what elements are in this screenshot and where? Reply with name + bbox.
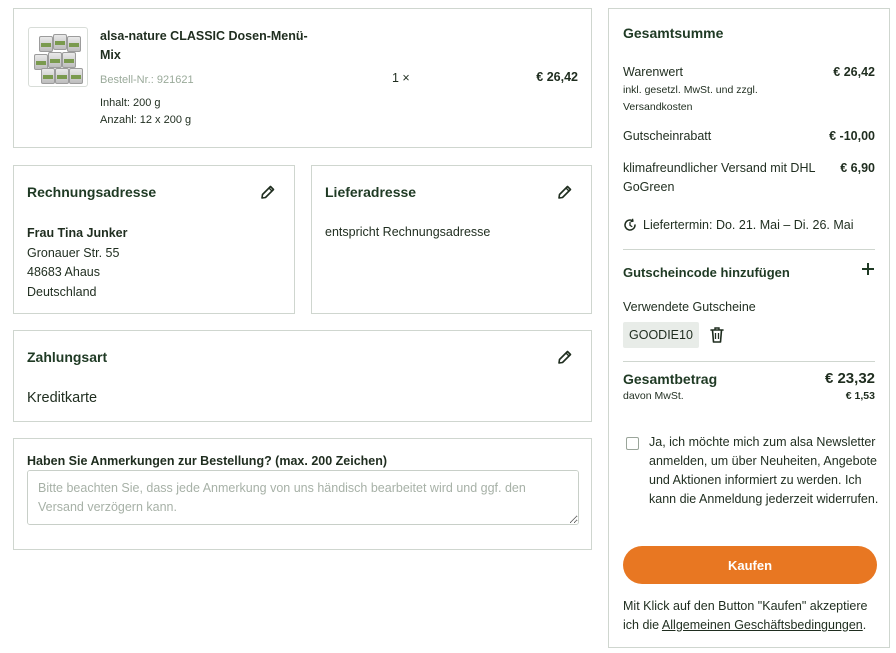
cart-item-card: alsa-nature CLASSIC Dosen-Menü-Mix Beste… (13, 8, 592, 148)
shipping-address-card: Lieferadresse entspricht Rechnungsadress… (311, 165, 592, 314)
legal-suffix: . (862, 618, 867, 632)
product-name[interactable]: alsa-nature CLASSIC Dosen-Menü-Mix (100, 27, 320, 65)
pencil-icon[interactable] (557, 184, 573, 200)
summary-title: Gesamtsumme (623, 25, 724, 41)
product-content: Inhalt: 200 g (100, 97, 161, 109)
buy-button[interactable]: Kaufen (623, 546, 877, 584)
can-shape (41, 68, 55, 84)
product-sku: Bestell-Nr.: 921621 (100, 74, 194, 86)
delivery-date: Liefertermin: Do. 21. Mai – Di. 26. Mai (623, 218, 854, 232)
legal-notice: Mit Klick auf den Button "Kaufen" akzept… (623, 597, 881, 635)
voucher-code-chip: GOODIE10 (623, 322, 699, 348)
shipping-cost-label: klimafreundlicher Versand mit DHL GoGree… (623, 161, 815, 194)
newsletter-consent-text: Ja, ich möchte mich zum alsa Newsletter … (649, 435, 879, 506)
terms-link[interactable]: Allgemeinen Geschäftsbedingungen (662, 618, 863, 632)
newsletter-checkbox[interactable] (626, 437, 639, 450)
voucher-discount-value: € -10,00 (829, 129, 875, 143)
goods-label: Warenwert (623, 65, 683, 79)
clock-icon (624, 218, 636, 231)
trash-icon[interactable] (709, 326, 725, 344)
shipping-address-text: entspricht Rechnungsadresse (325, 225, 491, 239)
billing-street: Gronauer Str. 55 (27, 245, 120, 260)
billing-country: Deutschland (27, 284, 97, 299)
can-shape (39, 36, 53, 52)
order-notes-card: Haben Sie Anmerkungen zur Bestellung? (m… (13, 438, 592, 550)
payment-method-card: Zahlungsart Kreditkarte (13, 330, 592, 422)
can-shape (48, 52, 62, 68)
pencil-icon[interactable] (260, 184, 276, 200)
goods-value: € 26,42 (833, 65, 875, 79)
can-shape (53, 34, 67, 50)
notes-label: Haben Sie Anmerkungen zur Bestellung? (m… (27, 454, 388, 468)
can-shape (55, 68, 69, 84)
sku-value: 921621 (156, 74, 194, 86)
payment-method: Kreditkarte (27, 390, 98, 406)
goods-note: inkl. gesetzl. MwSt. und zzgl. Versandko… (623, 84, 758, 113)
product-amount: Anzahl: 12 x 200 g (100, 114, 192, 126)
product-price: € 26,42 (536, 70, 578, 84)
vat-label: davon MwSt. (623, 390, 684, 402)
billing-name: Frau Tina Junker (27, 226, 128, 240)
total-value: € 23,32 (824, 370, 875, 387)
shipping-title: Lieferadresse (325, 184, 417, 200)
plus-icon[interactable] (861, 262, 875, 276)
shipping-cost-value: € 6,90 (840, 161, 875, 175)
pencil-icon[interactable] (557, 349, 573, 365)
product-image[interactable] (28, 27, 88, 87)
total-label: Gesamtbetrag (623, 371, 718, 387)
billing-address: Frau Tina Junker Gronauer Str. 55 48683 … (27, 224, 128, 302)
can-shape (62, 52, 76, 68)
billing-address-card: Rechnungsadresse Frau Tina Junker Gronau… (13, 165, 295, 314)
billing-title: Rechnungsadresse (27, 184, 157, 200)
delivery-date-text: Liefertermin: Do. 21. Mai – Di. 26. Mai (643, 218, 854, 232)
billing-city: 48683 Ahaus (27, 265, 100, 279)
notes-textarea[interactable] (27, 470, 579, 525)
payment-title: Zahlungsart (27, 349, 108, 365)
can-shape (69, 68, 83, 84)
vat-value: € 1,53 (845, 390, 875, 402)
can-shape (67, 36, 81, 52)
sku-label: Bestell-Nr.: (100, 74, 154, 86)
used-vouchers-label: Verwendete Gutscheine (623, 300, 756, 314)
order-summary-card: Gesamtsumme Warenwert € 26,42 inkl. gese… (608, 8, 890, 648)
divider (623, 249, 875, 250)
voucher-discount-label: Gutscheinrabatt (623, 129, 712, 143)
product-quantity: 1 × (392, 71, 410, 85)
divider (623, 361, 875, 362)
voucher-add-toggle[interactable]: Gutscheincode hinzufügen (623, 265, 790, 280)
